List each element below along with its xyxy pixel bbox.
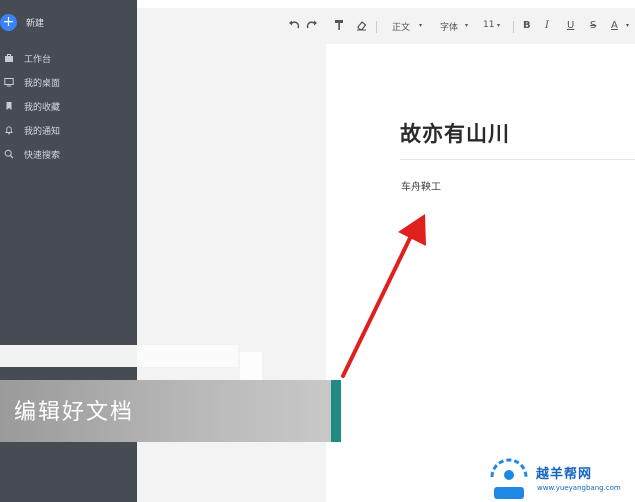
bookmark-icon — [6, 102, 12, 110]
redo-icon[interactable] — [306, 20, 318, 30]
strikethrough-button[interactable]: S — [590, 20, 596, 31]
paragraph-style-select[interactable]: 正文 — [392, 20, 410, 33]
eraser-icon[interactable] — [356, 20, 367, 31]
screen: + 新建 工作台 我的桌面 我的收藏 我的通知 快速搜索 正文 ▾ 字体 ▾ 1… — [0, 0, 635, 502]
bold-button[interactable]: B — [523, 20, 531, 31]
caption-highlight — [240, 352, 262, 380]
toolbar-divider — [513, 21, 514, 33]
font-family-select[interactable]: 字体 — [440, 20, 458, 33]
sidebar-item-label: 工作台 — [24, 54, 52, 65]
format-painter-icon[interactable] — [334, 19, 344, 31]
new-label: 新建 — [26, 18, 45, 29]
briefcase-icon — [5, 54, 13, 62]
document-title[interactable]: 故亦有山川 — [400, 118, 510, 148]
search-icon — [4, 149, 14, 159]
top-strip — [137, 0, 635, 8]
undo-icon[interactable] — [288, 20, 300, 30]
underline-button[interactable]: U — [567, 20, 574, 31]
document-body-text[interactable]: 车舟鞅工 — [401, 178, 441, 193]
sidebar-item-label: 我的通知 — [24, 126, 61, 137]
monitor-icon — [4, 78, 14, 87]
title-divider — [400, 159, 635, 160]
watermark-name: 越羊帮网 — [536, 467, 593, 482]
watermark-logo — [490, 458, 528, 499]
sidebar-item-desktop[interactable]: 我的桌面 — [0, 70, 137, 94]
sidebar-item-notifications[interactable]: 我的通知 — [0, 118, 137, 142]
sidebar-item-label: 快速搜索 — [24, 150, 61, 161]
chevron-down-icon: ▾ — [465, 22, 469, 29]
sidebar-nav: 工作台 我的桌面 我的收藏 我的通知 快速搜索 — [0, 46, 137, 166]
caption-text: 编辑好文档 — [14, 400, 135, 425]
plus-icon: + — [0, 13, 17, 31]
bell-icon — [5, 126, 13, 135]
chevron-down-icon: ▾ — [419, 22, 423, 29]
caption-highlight — [0, 345, 238, 367]
sidebar-item-label: 我的收藏 — [24, 102, 61, 113]
chevron-down-icon: ▾ — [626, 22, 630, 29]
sidebar-item-search[interactable]: 快速搜索 — [0, 142, 137, 166]
font-color-button[interactable]: A — [611, 20, 618, 31]
font-size-select[interactable]: 11 — [483, 20, 494, 30]
sidebar-item-workbench[interactable]: 工作台 — [0, 46, 137, 70]
watermark: 越羊帮网 www.yueyangbang.com — [486, 455, 635, 502]
watermark-url: www.yueyangbang.com — [537, 484, 621, 492]
chevron-down-icon: ▾ — [497, 22, 501, 29]
italic-button[interactable]: I — [545, 20, 549, 31]
sidebar-item-favorites[interactable]: 我的收藏 — [0, 94, 137, 118]
document-page[interactable] — [326, 44, 635, 502]
new-button[interactable]: + 新建 — [0, 10, 44, 34]
sidebar-item-label: 我的桌面 — [24, 78, 61, 89]
format-toolbar: 正文 ▾ 字体 ▾ 11 ▾ B I U S A ▾ — [137, 8, 635, 44]
toolbar-divider — [376, 21, 377, 33]
caption-accent-bar — [331, 380, 341, 442]
